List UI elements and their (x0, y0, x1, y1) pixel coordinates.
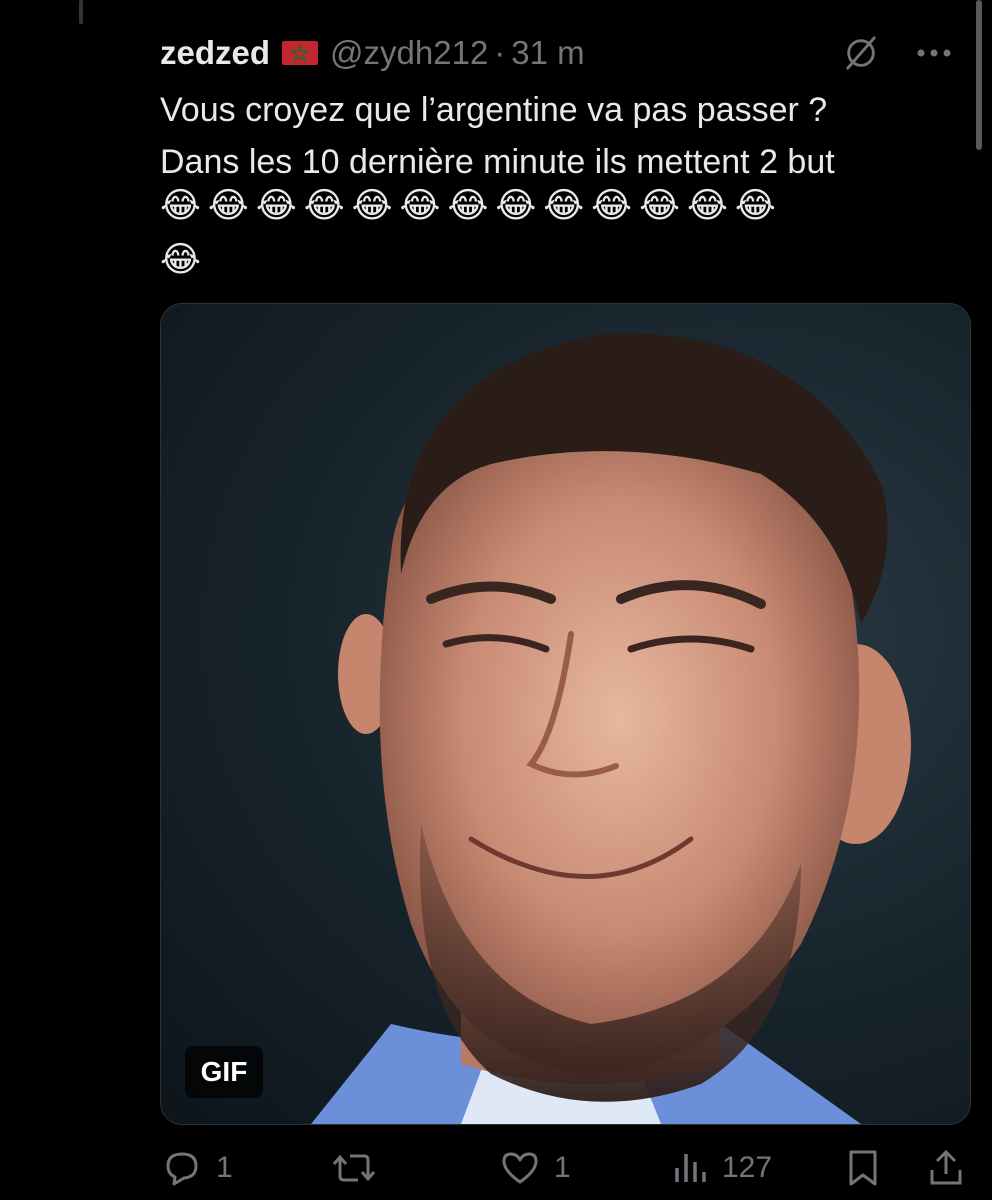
laughing-emoji: 😂 (734, 186, 776, 225)
laughing-emoji: 😂 (686, 186, 728, 225)
laughing-emoji: 😂 (639, 186, 680, 225)
tweet-text: Vous croyez que l’argentine va pas passe… (160, 91, 835, 181)
laughing-emoji: 😂 (160, 240, 201, 279)
laughing-emoji: 😂 (543, 186, 585, 225)
laughing-emoji: 😂 (303, 186, 345, 225)
view-count: 127 (722, 1151, 773, 1184)
grok-icon[interactable] (842, 34, 880, 72)
like-button[interactable]: 1 (498, 1140, 571, 1196)
repost-icon (332, 1154, 376, 1182)
laughing-emoji: 😂 (160, 186, 201, 225)
share-icon (930, 1149, 962, 1185)
reply-button[interactable]: 1 (160, 1140, 233, 1196)
emoji-row-1: 😂 😂 😂 😂 😂 😂 😂 😂 😂 😂 😂 😂 😂 (160, 180, 980, 232)
heart-icon (502, 1152, 538, 1184)
user-handle[interactable]: @zydh212 (330, 34, 488, 72)
laughing-emoji: 😂 (207, 186, 249, 225)
emoji-row-2: 😂 (160, 234, 980, 286)
smiling-footballer-image (311, 333, 911, 1124)
tweet-actions: 1 1 127 (160, 1140, 968, 1196)
laughing-emoji: 😂 (351, 186, 393, 225)
views-icon (675, 1154, 706, 1182)
laughing-emoji: 😂 (255, 186, 297, 225)
morocco-flag-icon (282, 41, 319, 65)
gif-media[interactable]: GIF (160, 303, 971, 1125)
reply-count: 1 (216, 1151, 233, 1184)
display-name[interactable]: zedzed (160, 34, 270, 72)
repost-button[interactable] (330, 1140, 390, 1196)
gif-badge: GIF (185, 1046, 263, 1098)
separator-dot: · (494, 34, 506, 71)
more-icon[interactable] (916, 48, 952, 58)
laughing-emoji: 😂 (591, 186, 633, 225)
laughing-emoji: 😂 (447, 186, 489, 225)
reply-icon (166, 1152, 198, 1186)
views-button[interactable]: 127 (670, 1140, 772, 1196)
thread-connector-line (79, 0, 83, 24)
bookmark-icon (849, 1150, 877, 1186)
laughing-emoji: 😂 (495, 186, 537, 225)
laughing-emoji: 😂 (399, 186, 441, 225)
share-button[interactable] (926, 1140, 966, 1196)
like-count: 1 (554, 1151, 571, 1184)
timestamp[interactable]: 31 m (511, 34, 584, 72)
bookmark-button[interactable] (843, 1140, 883, 1196)
scrollbar[interactable] (976, 0, 982, 150)
tweet-header: zedzed @zydh212 · 31 m (160, 30, 952, 76)
